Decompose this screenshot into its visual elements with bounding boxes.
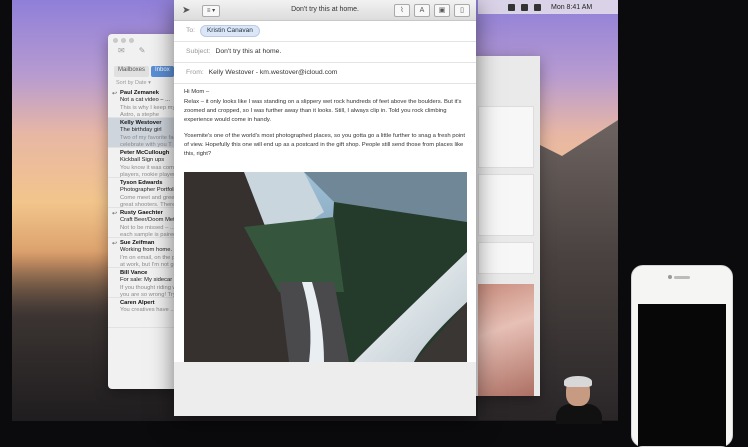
message-preview: This is why I keep my xyxy=(120,104,176,111)
compose-toolbar-right: ⌇ A ▣ ▯ xyxy=(394,4,470,17)
compose-icon[interactable]: ✎ xyxy=(139,46,146,55)
to-field[interactable]: To: Kristin Canavan xyxy=(174,21,476,42)
mail-toolbar: ✉ ✎ xyxy=(118,46,145,55)
message-preview: I'm on email, on the p xyxy=(120,254,176,261)
background-photo xyxy=(478,284,534,396)
list-item[interactable]: ↩ Sue Zeifman Working from home. I'm on ema… xyxy=(108,238,178,268)
from-label: From: xyxy=(186,69,204,76)
message-subject: For sale: My sidecar m xyxy=(120,277,178,284)
message-subject: Photographer Portfolio xyxy=(120,187,178,194)
stationery-icon[interactable]: ▯ xyxy=(454,4,470,17)
tab-inbox[interactable]: Inbox xyxy=(151,66,174,77)
presenter-hair xyxy=(564,376,592,387)
compose-titlebar: ➤ ≡ ▾ Don't try this at home. ⌇ A ▣ ▯ xyxy=(174,0,476,21)
subject-value[interactable]: Don't try this at home. xyxy=(215,48,281,55)
sender-name: Rusty Gaechter xyxy=(120,210,163,216)
sort-selector[interactable]: Sort by Date ▾ xyxy=(116,80,151,86)
message-subject: Not a cat video – ... xyxy=(120,97,170,104)
menu-bar-clock[interactable]: Mon 8:41 AM xyxy=(551,4,592,11)
message-preview: Come meet and greet xyxy=(120,194,177,201)
close-button[interactable] xyxy=(113,38,118,43)
list-item[interactable]: Peter McCullough Kickball Sign ups You kno… xyxy=(108,148,178,178)
list-item[interactable]: Kelly Westover The birthday girl Two of my… xyxy=(108,118,178,148)
zoom-button[interactable] xyxy=(129,38,134,43)
sender-name: Paul Zemanek xyxy=(120,90,159,96)
mail-window[interactable]: ✉ ✎ Mailboxes Inbox Sort by Date ▾ ↩ Paul… xyxy=(108,34,178,389)
replied-icon: ↩ xyxy=(112,91,118,97)
body-paragraph: Yosemite's one of the world's most photo… xyxy=(184,133,466,157)
list-item[interactable]: ↩ Rusty Gaechter Craft Beer/Doom Metal Not … xyxy=(108,208,178,238)
presenter-body xyxy=(556,404,602,424)
message-subject: Working from home. xyxy=(120,247,173,254)
replied-icon: ↩ xyxy=(112,211,118,217)
volume-icon[interactable] xyxy=(521,3,528,11)
subject-label: Subject: xyxy=(186,48,211,55)
background-window[interactable] xyxy=(470,56,540,396)
sender-name: Bill Vance xyxy=(120,270,148,276)
speaker-grille xyxy=(674,276,690,279)
message-list: ↩ Paul Zemanek Not a cat video – ... This i… xyxy=(108,88,178,328)
mailbox-tabs: Mailboxes Inbox xyxy=(114,66,178,77)
yosemite-photo-image xyxy=(184,172,467,362)
message-preview: You know it was comp xyxy=(120,164,178,171)
battery-icon[interactable] xyxy=(534,3,541,11)
from-value[interactable]: Kelly Westover - km.westover@icloud.com xyxy=(209,69,338,76)
list-item[interactable]: Tyson Edwards Photographer Portfolio Come … xyxy=(108,178,178,208)
attach-icon[interactable]: ⌇ xyxy=(394,4,410,17)
to-label: To: xyxy=(186,27,196,34)
traffic-lights xyxy=(113,38,134,43)
wifi-icon[interactable] xyxy=(508,3,515,11)
background-card xyxy=(478,106,534,168)
photo-browser-icon[interactable]: ▣ xyxy=(434,4,450,17)
message-subject: The birthday girl xyxy=(120,127,162,134)
tab-mailboxes[interactable]: Mailboxes xyxy=(114,66,150,77)
message-preview: Not to be missed – ... xyxy=(120,224,175,231)
iphone-screen xyxy=(638,304,726,446)
message-preview: Two of my favorite fac xyxy=(120,134,177,141)
list-item[interactable]: ↩ Paul Zemanek Not a cat video – ... This i… xyxy=(108,88,178,118)
sender-name: Kelly Westover xyxy=(120,120,162,126)
sender-name: Caren Alpert xyxy=(120,300,155,306)
list-item[interactable]: Caren Alpert You creatives have .. xyxy=(108,298,178,328)
subject-field[interactable]: Subject: Don't try this at home. xyxy=(174,42,476,63)
camera-icon xyxy=(668,275,672,279)
replied-icon: ↩ xyxy=(112,241,118,247)
sender-name: Sue Zeifman xyxy=(120,240,155,246)
compose-footer xyxy=(174,362,476,416)
minimize-button[interactable] xyxy=(121,38,126,43)
message-subject: Craft Beer/Doom Metal xyxy=(120,217,178,224)
sender-name: Peter McCullough xyxy=(120,150,170,156)
compose-window[interactable]: ➤ ≡ ▾ Don't try this at home. ⌇ A ▣ ▯ To… xyxy=(174,0,476,416)
font-icon[interactable]: A xyxy=(414,4,430,17)
menu-bar: Mon 8:41 AM xyxy=(478,0,618,14)
message-preview: If you thought riding w xyxy=(120,284,177,291)
presenter xyxy=(556,376,604,424)
from-field[interactable]: From: Kelly Westover - km.westover@iclou… xyxy=(174,63,476,84)
message-preview: You creatives have .. xyxy=(120,307,174,314)
envelope-icon[interactable]: ✉ xyxy=(118,46,125,55)
sender-name: Tyson Edwards xyxy=(120,180,163,186)
attached-photo[interactable] xyxy=(184,172,467,362)
background-card xyxy=(478,242,534,274)
body-greeting: Hi Mom – xyxy=(184,89,210,95)
background-card xyxy=(478,174,534,236)
iphone-device xyxy=(631,265,733,447)
body-paragraph: Relax – it only looks like I was standin… xyxy=(184,99,462,123)
recipient-chip[interactable]: Kristin Canavan xyxy=(199,25,260,37)
list-item[interactable]: Bill Vance For sale: My sidecar m If you t… xyxy=(108,268,178,298)
message-body[interactable]: Hi Mom – Relax – it only looks like I wa… xyxy=(174,84,476,159)
message-subject: Kickball Sign ups xyxy=(120,157,165,164)
